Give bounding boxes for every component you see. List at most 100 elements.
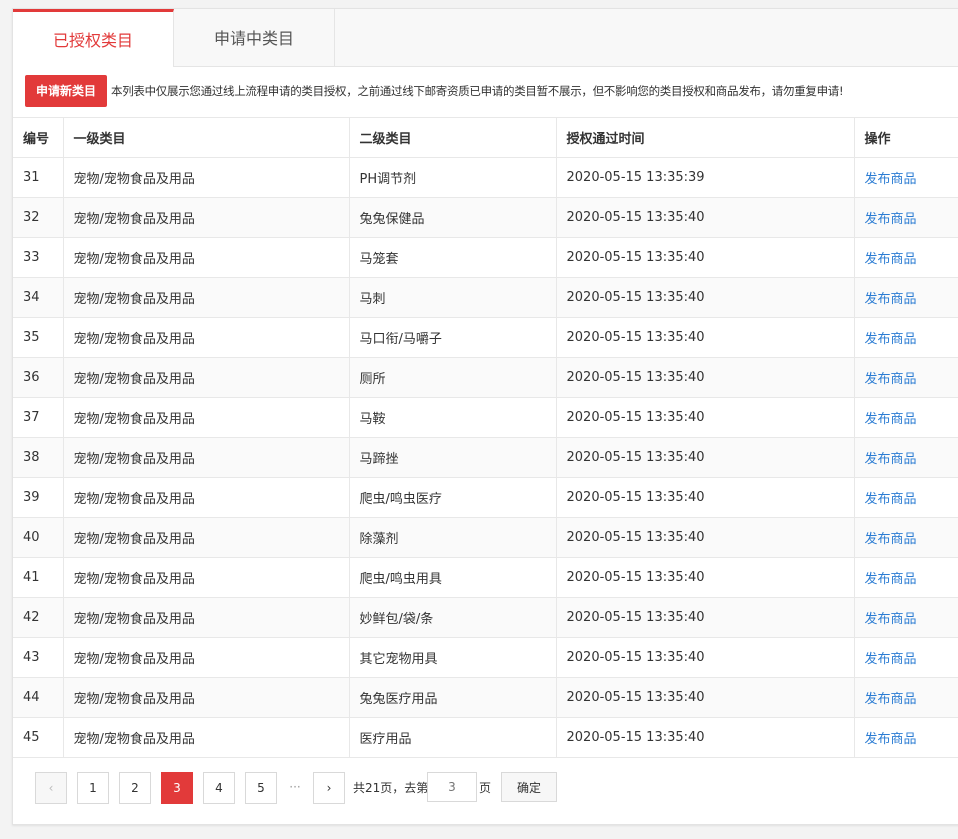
- row-level1-category: 宠物/宠物食品及用品: [63, 397, 350, 438]
- row-auth-time: 2020-05-15 13:35:40: [556, 597, 855, 638]
- page-jump-input[interactable]: [427, 772, 477, 802]
- action-cell: 发布商品: [854, 397, 958, 438]
- publish-product-link[interactable]: 发布商品: [865, 292, 917, 307]
- page-confirm-button[interactable]: 确定: [501, 772, 557, 802]
- row-level2-category: 厕所: [349, 357, 557, 398]
- row-auth-time: 2020-05-15 13:35:40: [556, 677, 855, 718]
- row-id: 37: [13, 397, 64, 438]
- action-cell: 发布商品: [854, 317, 958, 358]
- table-row: 38 宠物/宠物食品及用品 马蹄挫 2020-05-15 13:35:40 发布商品: [13, 437, 958, 478]
- action-cell: 发布商品: [854, 597, 958, 638]
- action-cell: 发布商品: [854, 557, 958, 598]
- tab-applying[interactable]: 申请中类目: [174, 9, 335, 66]
- row-level1-category: 宠物/宠物食品及用品: [63, 637, 350, 678]
- table-row: 35 宠物/宠物食品及用品 马口衔/马嚼子 2020-05-15 13:35:40 发布…: [13, 317, 958, 358]
- row-level2-category: 爬虫/鸣虫用具: [349, 557, 557, 598]
- page-ellipsis: ···: [289, 780, 301, 794]
- row-level1-category: 宠物/宠物食品及用品: [63, 597, 350, 638]
- publish-product-link[interactable]: 发布商品: [865, 172, 917, 187]
- publish-product-link[interactable]: 发布商品: [865, 732, 917, 747]
- row-level2-category: 医疗用品: [349, 717, 557, 758]
- page-total-text: 共21页，去第: [353, 781, 429, 795]
- row-id: 36: [13, 357, 64, 398]
- header-level2-category: 二级类目: [349, 117, 557, 158]
- notice-bar: 申请新类目 本列表中仅展示您通过线上流程申请的类目授权，之前通过线下邮寄资质已申…: [25, 75, 955, 107]
- row-level1-category: 宠物/宠物食品及用品: [63, 437, 350, 478]
- publish-product-link[interactable]: 发布商品: [865, 492, 917, 507]
- publish-product-link[interactable]: 发布商品: [865, 612, 917, 627]
- table-row: 40 宠物/宠物食品及用品 除藻剂 2020-05-15 13:35:40 发布商品: [13, 517, 958, 558]
- row-id: 38: [13, 437, 64, 478]
- header-level1-category: 一级类目: [63, 117, 350, 158]
- action-cell: 发布商品: [854, 157, 958, 198]
- row-level2-category: 除藻剂: [349, 517, 557, 558]
- row-id: 40: [13, 517, 64, 558]
- row-auth-time: 2020-05-15 13:35:40: [556, 637, 855, 678]
- row-level1-category: 宠物/宠物食品及用品: [63, 317, 350, 358]
- publish-product-link[interactable]: 发布商品: [865, 372, 917, 387]
- table-row: 37 宠物/宠物食品及用品 马鞍 2020-05-15 13:35:40 发布商品: [13, 397, 958, 438]
- publish-product-link[interactable]: 发布商品: [865, 412, 917, 427]
- row-id: 34: [13, 277, 64, 318]
- action-cell: 发布商品: [854, 677, 958, 718]
- publish-product-link[interactable]: 发布商品: [865, 532, 917, 547]
- row-level1-category: 宠物/宠物食品及用品: [63, 157, 350, 198]
- next-page-button[interactable]: ›: [313, 772, 345, 804]
- publish-product-link[interactable]: 发布商品: [865, 652, 917, 667]
- page-2[interactable]: 2: [119, 772, 151, 804]
- apply-new-category-button[interactable]: 申请新类目: [25, 75, 107, 107]
- page-3[interactable]: 3: [161, 772, 193, 804]
- tab-bar: 已授权类目 申请中类目: [13, 9, 958, 67]
- action-cell: 发布商品: [854, 637, 958, 678]
- row-id: 45: [13, 717, 64, 758]
- table-row: 41 宠物/宠物食品及用品 爬虫/鸣虫用具 2020-05-15 13:35:40 发布…: [13, 557, 958, 598]
- prev-page-button[interactable]: ‹: [35, 772, 67, 804]
- action-cell: 发布商品: [854, 237, 958, 278]
- publish-product-link[interactable]: 发布商品: [865, 252, 917, 267]
- header-auth-time: 授权通过时间: [556, 117, 855, 158]
- row-level1-category: 宠物/宠物食品及用品: [63, 237, 350, 278]
- publish-product-link[interactable]: 发布商品: [865, 572, 917, 587]
- row-auth-time: 2020-05-15 13:35:40: [556, 357, 855, 398]
- row-level1-category: 宠物/宠物食品及用品: [63, 557, 350, 598]
- row-level2-category: PH调节剂: [349, 157, 557, 198]
- table-row: 45 宠物/宠物食品及用品 医疗用品 2020-05-15 13:35:40 发布商品: [13, 717, 958, 758]
- row-auth-time: 2020-05-15 13:35:40: [556, 317, 855, 358]
- table-header-row: 编号 一级类目 二级类目 授权通过时间 操作: [13, 117, 958, 158]
- page-4[interactable]: 4: [203, 772, 235, 804]
- publish-product-link[interactable]: 发布商品: [865, 212, 917, 227]
- row-auth-time: 2020-05-15 13:35:40: [556, 397, 855, 438]
- header-action: 操作: [854, 117, 958, 158]
- page-unit-label: 页: [479, 781, 492, 795]
- row-level2-category: 马鞍: [349, 397, 557, 438]
- row-level1-category: 宠物/宠物食品及用品: [63, 477, 350, 518]
- table-row: 36 宠物/宠物食品及用品 厕所 2020-05-15 13:35:40 发布商品: [13, 357, 958, 398]
- publish-product-link[interactable]: 发布商品: [865, 692, 917, 707]
- table-row: 43 宠物/宠物食品及用品 其它宠物用具 2020-05-15 13:35:40 发布商…: [13, 637, 958, 678]
- category-panel: 已授权类目 申请中类目 申请新类目 本列表中仅展示您通过线上流程申请的类目授权，…: [12, 8, 958, 825]
- row-auth-time: 2020-05-15 13:35:40: [556, 237, 855, 278]
- row-auth-time: 2020-05-15 13:35:40: [556, 557, 855, 598]
- page-5[interactable]: 5: [245, 772, 277, 804]
- row-level1-category: 宠物/宠物食品及用品: [63, 277, 350, 318]
- row-id: 44: [13, 677, 64, 718]
- publish-product-link[interactable]: 发布商品: [865, 452, 917, 467]
- action-cell: 发布商品: [854, 197, 958, 238]
- action-cell: 发布商品: [854, 437, 958, 478]
- row-auth-time: 2020-05-15 13:35:40: [556, 437, 855, 478]
- row-level2-category: 兔兔医疗用品: [349, 677, 557, 718]
- table-row: 31 宠物/宠物食品及用品 PH调节剂 2020-05-15 13:35:39 发布商品: [13, 157, 958, 198]
- tab-authorized[interactable]: 已授权类目: [13, 9, 174, 67]
- row-level2-category: 马刺: [349, 277, 557, 318]
- row-level2-category: 马口衔/马嚼子: [349, 317, 557, 358]
- page-1[interactable]: 1: [77, 772, 109, 804]
- row-auth-time: 2020-05-15 13:35:40: [556, 717, 855, 758]
- publish-product-link[interactable]: 发布商品: [865, 332, 917, 347]
- row-auth-time: 2020-05-15 13:35:40: [556, 197, 855, 238]
- row-level1-category: 宠物/宠物食品及用品: [63, 357, 350, 398]
- table-row: 44 宠物/宠物食品及用品 兔兔医疗用品 2020-05-15 13:35:40 发布商…: [13, 677, 958, 718]
- row-auth-time: 2020-05-15 13:35:40: [556, 517, 855, 558]
- table-row: 39 宠物/宠物食品及用品 爬虫/鸣虫医疗 2020-05-15 13:35:40 发布…: [13, 477, 958, 518]
- row-level1-category: 宠物/宠物食品及用品: [63, 717, 350, 758]
- row-level2-category: 其它宠物用具: [349, 637, 557, 678]
